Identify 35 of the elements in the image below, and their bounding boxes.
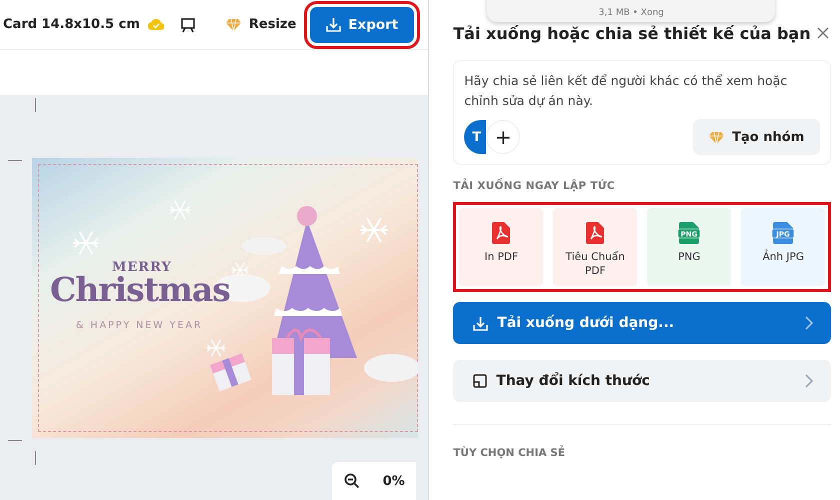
close-button[interactable] [815,25,832,41]
toast-text: 3,1 MB • Xong [598,8,664,18]
snowflake-icon [206,339,226,357]
resize-button[interactable]: Resize [220,13,302,36]
zoom-control[interactable]: 0% [332,462,416,500]
diamond-icon [226,18,241,31]
user-avatar[interactable]: T [464,120,486,154]
resize-design-button[interactable]: Thay đổi kích thước [453,360,832,402]
chevron-right-icon [805,374,814,388]
snowflake-icon [360,218,388,242]
panel-title: Tải xuống hoặc chia sẻ thiết kế của bạn [453,24,812,42]
resize-icon [473,374,488,388]
download-icon [473,316,488,330]
zoom-value: 0% [382,474,405,488]
pdf-file-icon [492,222,510,244]
zoom-out-icon[interactable] [344,473,360,489]
section-heading: TÙY CHỌN CHIA SẺ [453,447,566,459]
share-description: Hãy chia sẻ liên kết để người khác có thể xem hoặc chỉnh sửa dự án này. [464,72,788,110]
chevron-right-icon [805,316,814,330]
export-button[interactable]: Export [310,6,414,42]
format-option[interactable]: Tiêu Chuẩn PDF [553,208,638,286]
diamond-icon [709,130,724,144]
snowflake-icon [73,232,99,254]
format-option[interactable]: In PDF [459,208,544,286]
download-as-button[interactable]: Tải xuống dưới dạng... [453,302,832,344]
create-team-button[interactable]: Tạo nhóm [693,119,820,155]
snowflake-icon [169,200,191,220]
add-person-button[interactable]: + [486,120,520,154]
download-icon [326,17,342,32]
design-title: Card 14.8x10.5 cm [3,17,140,32]
card-subtitle: & HAPPY NEW YEAR [76,320,203,331]
cloud-check-icon [148,19,164,30]
presentation-icon[interactable] [180,16,196,32]
pdf-file-icon [586,222,604,244]
section-heading: TẢI XUỐNG NGAY LẬP TỨC [453,180,616,192]
